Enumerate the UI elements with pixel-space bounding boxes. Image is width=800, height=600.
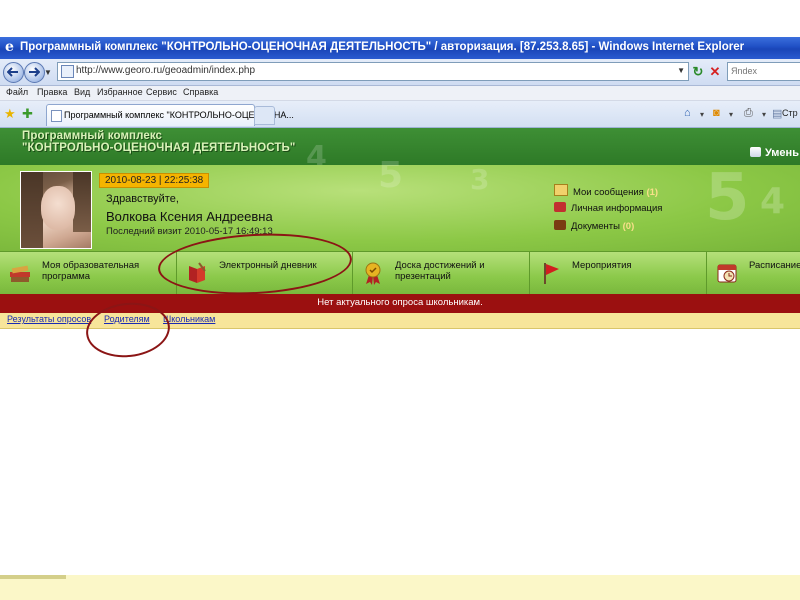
nav-label: Доска достижений и презентаций — [395, 260, 485, 282]
site-content: Программный комплекс "КОНТРОЛЬНО-ОЦЕНОЧН… — [0, 128, 800, 600]
feeds-dropdown-icon[interactable]: ▾ — [729, 110, 733, 119]
nav-achievements-board[interactable]: Доска достижений и презентаций — [353, 252, 530, 294]
back-arrow-icon — [7, 67, 18, 77]
window-title: Программный комплекс "КОНТРОЛЬНО-ОЦЕНОЧН… — [20, 41, 745, 53]
user-name: Волкова Ксения Андреевна — [106, 209, 273, 224]
page-menu-icon[interactable]: ▤ — [772, 107, 782, 120]
menu-tools[interactable]: Сервис — [146, 87, 177, 97]
nav-electronic-diary[interactable]: Электронный дневник — [177, 252, 353, 294]
url-field[interactable]: http://www.georo.ru/geoadmin/index.php ▼ — [57, 62, 689, 81]
envelope-icon — [554, 184, 568, 196]
add-favorite-icon[interactable]: ✚ — [22, 106, 33, 122]
nav-education-program[interactable]: Моя образовательная программа — [0, 252, 177, 294]
decor-digit: 5 — [378, 155, 404, 196]
browser-window: e Программный комплекс "КОНТРОЛЬНО-ОЦЕНО… — [0, 37, 800, 600]
search-input[interactable] — [728, 63, 800, 79]
flag-icon — [544, 263, 559, 284]
alert-text: Нет актуального опроса школьникам. — [317, 297, 483, 308]
page-icon — [51, 110, 62, 122]
quick-link-messages[interactable]: Мои сообщения (1) — [554, 184, 658, 198]
decor-digit: 4 — [760, 181, 786, 222]
books-icon — [10, 265, 30, 282]
nav-schedule[interactable]: Расписание — [707, 252, 800, 294]
url-dropdown-icon[interactable]: ▼ — [677, 66, 685, 75]
main-nav: Моя образовательная программа Электронны… — [0, 251, 800, 294]
home-dropdown-icon[interactable]: ▾ — [700, 110, 704, 119]
nav-label: Моя образовательная программа — [42, 260, 140, 282]
quick-link-label: Мои сообщения — [573, 187, 644, 198]
sub-nav: Результаты опросов Родителям Школьникам — [0, 313, 800, 329]
user-link-icon — [750, 147, 761, 157]
nav-label: Расписание — [749, 260, 800, 271]
feeds-icon[interactable]: ◙ — [713, 107, 720, 119]
sub-link-survey-results[interactable]: Результаты опросов — [7, 314, 91, 324]
briefcase-icon — [554, 220, 566, 230]
profile-card-icon — [554, 202, 566, 212]
clock-icon — [717, 264, 737, 283]
decor-digit: 5 — [705, 161, 750, 235]
forward-arrow-icon — [29, 67, 40, 77]
user-link[interactable]: Умень — [750, 147, 799, 159]
nav-label: Электронный дневник — [219, 260, 317, 271]
datetime-badge: 2010-08-23 | 22:25:38 — [99, 173, 210, 188]
print-icon[interactable]: ⎙ — [744, 107, 753, 120]
quick-link-label: Личная информация — [571, 203, 663, 214]
home-icon[interactable]: ⌂ — [684, 107, 691, 119]
tab-bar: ★ ✚ Программный комплекс "КОНТРОЛЬНО-ОЦЕ… — [0, 101, 800, 128]
back-button[interactable] — [3, 62, 24, 83]
url-text: http://www.georo.ru/geoadmin/index.php — [76, 65, 255, 76]
status-segment — [0, 575, 66, 579]
site-title-line2: "КОНТРОЛЬНО-ОЦЕНОЧНАЯ ДЕЯТЕЛЬНОСТЬ" — [22, 142, 296, 154]
alert-bar: Нет актуального опроса школьникам. — [0, 294, 800, 313]
print-dropdown-icon[interactable]: ▾ — [762, 110, 766, 119]
internet-explorer-icon: e — [5, 39, 14, 55]
sub-link-students[interactable]: Школьникам — [163, 314, 215, 324]
message-count: (1) — [646, 187, 659, 198]
menu-bar: Файл Правка Вид Избранное Сервис Справка — [0, 86, 800, 101]
document-count: (0) — [622, 221, 635, 232]
menu-help[interactable]: Справка — [183, 87, 218, 97]
diary-icon — [189, 262, 206, 283]
decor-digit: 3 — [470, 163, 490, 196]
stop-icon[interactable]: ✕ — [708, 64, 722, 79]
status-bar — [0, 575, 800, 600]
tab-active[interactable]: Программный комплекс "КОНТРОЛЬНО-ОЦЕНОЧН… — [46, 104, 294, 126]
sub-link-parents[interactable]: Родителям — [104, 314, 150, 324]
menu-file[interactable]: Файл — [6, 87, 28, 97]
forward-button[interactable] — [24, 62, 45, 83]
quick-link-documents[interactable]: Документы (0) — [554, 220, 634, 232]
new-tab-button[interactable] — [254, 106, 275, 125]
avatar — [20, 171, 92, 249]
history-dropdown-icon[interactable]: ▼ — [44, 68, 52, 77]
quick-link-label: Документы — [571, 221, 620, 232]
menu-view[interactable]: Вид — [74, 87, 90, 97]
medal-icon — [365, 262, 381, 285]
menu-edit[interactable]: Правка — [37, 87, 67, 97]
site-title: Программный комплекс "КОНТРОЛЬНО-ОЦЕНОЧН… — [22, 130, 295, 154]
page-menu-label[interactable]: Стр — [782, 108, 798, 118]
page-icon — [61, 65, 74, 78]
last-visit: Последний визит 2010-05-17 16:49:13 — [106, 226, 273, 237]
nav-events[interactable]: Мероприятия — [530, 252, 707, 294]
menu-favorites[interactable]: Избранное — [97, 87, 143, 97]
quick-link-personal-info[interactable]: Личная информация — [554, 202, 662, 214]
greeting: Здравствуйте, — [106, 193, 179, 205]
refresh-icon[interactable]: ↻ — [690, 64, 706, 79]
favorites-star-icon[interactable]: ★ — [4, 106, 16, 122]
nav-label: Мероприятия — [572, 260, 632, 271]
window-title-bar: e Программный комплекс "КОНТРОЛЬНО-ОЦЕНО… — [0, 37, 800, 59]
address-bar: ▼ http://www.georo.ru/geoadmin/index.php… — [0, 59, 800, 86]
site-title-line1: Программный комплекс — [22, 130, 163, 142]
profile-band: 5 3 5 4 2010-08-23 | 22:25:38 Здравствуй… — [0, 155, 800, 251]
search-box[interactable] — [727, 62, 800, 81]
